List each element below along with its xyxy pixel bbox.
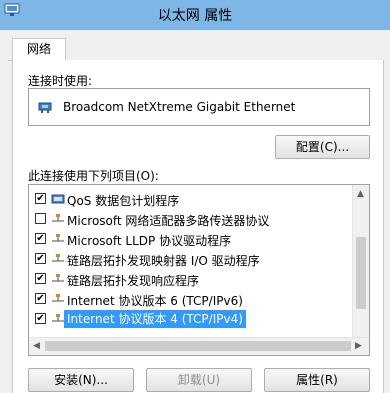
- item-label: QoS 数据包计划程序: [67, 194, 180, 208]
- tab-network[interactable]: 网络: [12, 38, 66, 60]
- connect-using-label: 连接时使用:: [28, 74, 93, 88]
- list-item-ipv4[interactable]: ✔ Internet 协议版本 4 (TCP/IPv4): [29, 309, 347, 329]
- item-checkbox[interactable]: ✔: [35, 293, 46, 304]
- scroll-right-arrow-icon[interactable]: ▶: [355, 341, 362, 351]
- list-item-lltd-mapper[interactable]: ✔ 链路层拓扑发现映射器 I/O 驱动程序: [29, 249, 347, 269]
- horizontal-scroll-thumb[interactable]: [45, 341, 351, 351]
- item-checkbox[interactable]: [35, 213, 46, 224]
- list-item-ipv6[interactable]: ✔ Internet 协议版本 6 (TCP/IPv6): [29, 289, 347, 309]
- item-checkbox[interactable]: ✔: [35, 233, 46, 244]
- item-label: Microsoft 网络适配器多路传送器协议: [67, 214, 270, 228]
- protocol-icon: [52, 294, 64, 302]
- vertical-scroll-thumb[interactable]: [356, 237, 366, 309]
- properties-button[interactable]: 属性(R): [264, 368, 370, 392]
- item-checkbox[interactable]: ✔: [35, 253, 46, 264]
- scroll-up-arrow-icon[interactable]: ▲: [357, 189, 364, 199]
- protocol-icon: [52, 254, 64, 262]
- protocol-icon: [52, 214, 64, 222]
- protocol-icon: [52, 274, 64, 282]
- adapter-name: Broadcom NetXtreme Gigabit Ethernet: [63, 100, 296, 114]
- configure-button[interactable]: 配置(C)...: [275, 135, 370, 159]
- item-checkbox[interactable]: ✔: [35, 193, 46, 204]
- tab-bar: 网络: [8, 38, 382, 61]
- item-label: Internet 协议版本 4 (TCP/IPv4): [64, 310, 246, 328]
- install-button[interactable]: 安装(N)...: [28, 368, 134, 392]
- adapter-box: Broadcom NetXtreme Gigabit Ethernet: [28, 88, 370, 126]
- items-label: 此连接使用下列项目(O):: [28, 169, 159, 183]
- item-checkbox[interactable]: ✔: [35, 313, 46, 324]
- item-label: 链路层拓扑发现映射器 I/O 驱动程序: [67, 254, 260, 268]
- list-item-qos[interactable]: ✔ QoS 数据包计划程序: [29, 189, 347, 209]
- list-item-lldp[interactable]: ✔ Microsoft LLDP 协议驱动程序: [29, 229, 347, 249]
- item-checkbox[interactable]: ✔: [35, 273, 46, 284]
- network-adapter-icon: [38, 102, 52, 113]
- item-label: Internet 协议版本 6 (TCP/IPv6): [67, 294, 243, 308]
- horizontal-scrollbar[interactable]: ◀ ▶: [29, 337, 369, 355]
- protocol-icon: [52, 314, 64, 322]
- list-item-lltd-responder[interactable]: ✔ 链路层拓扑发现响应程序: [29, 269, 347, 289]
- protocol-icon: [52, 234, 64, 242]
- list-item-multiplexor[interactable]: Microsoft 网络适配器多路传送器协议: [29, 209, 347, 229]
- item-label: Microsoft LLDP 协议驱动程序: [67, 234, 232, 248]
- qos-service-icon: [51, 194, 65, 204]
- scroll-left-arrow-icon[interactable]: ◀: [33, 341, 40, 351]
- vertical-scrollbar[interactable]: ▲: [352, 185, 369, 337]
- title-bar[interactable]: 以太网 属性: [0, 0, 390, 30]
- items-listbox[interactable]: ✔ QoS 数据包计划程序 Microsoft 网络适配器多路传送器协议 ✔ M…: [28, 184, 370, 356]
- window-title: 以太网 属性: [157, 8, 233, 24]
- item-label: 链路层拓扑发现响应程序: [67, 274, 200, 288]
- uninstall-button[interactable]: 卸载(U): [146, 368, 252, 392]
